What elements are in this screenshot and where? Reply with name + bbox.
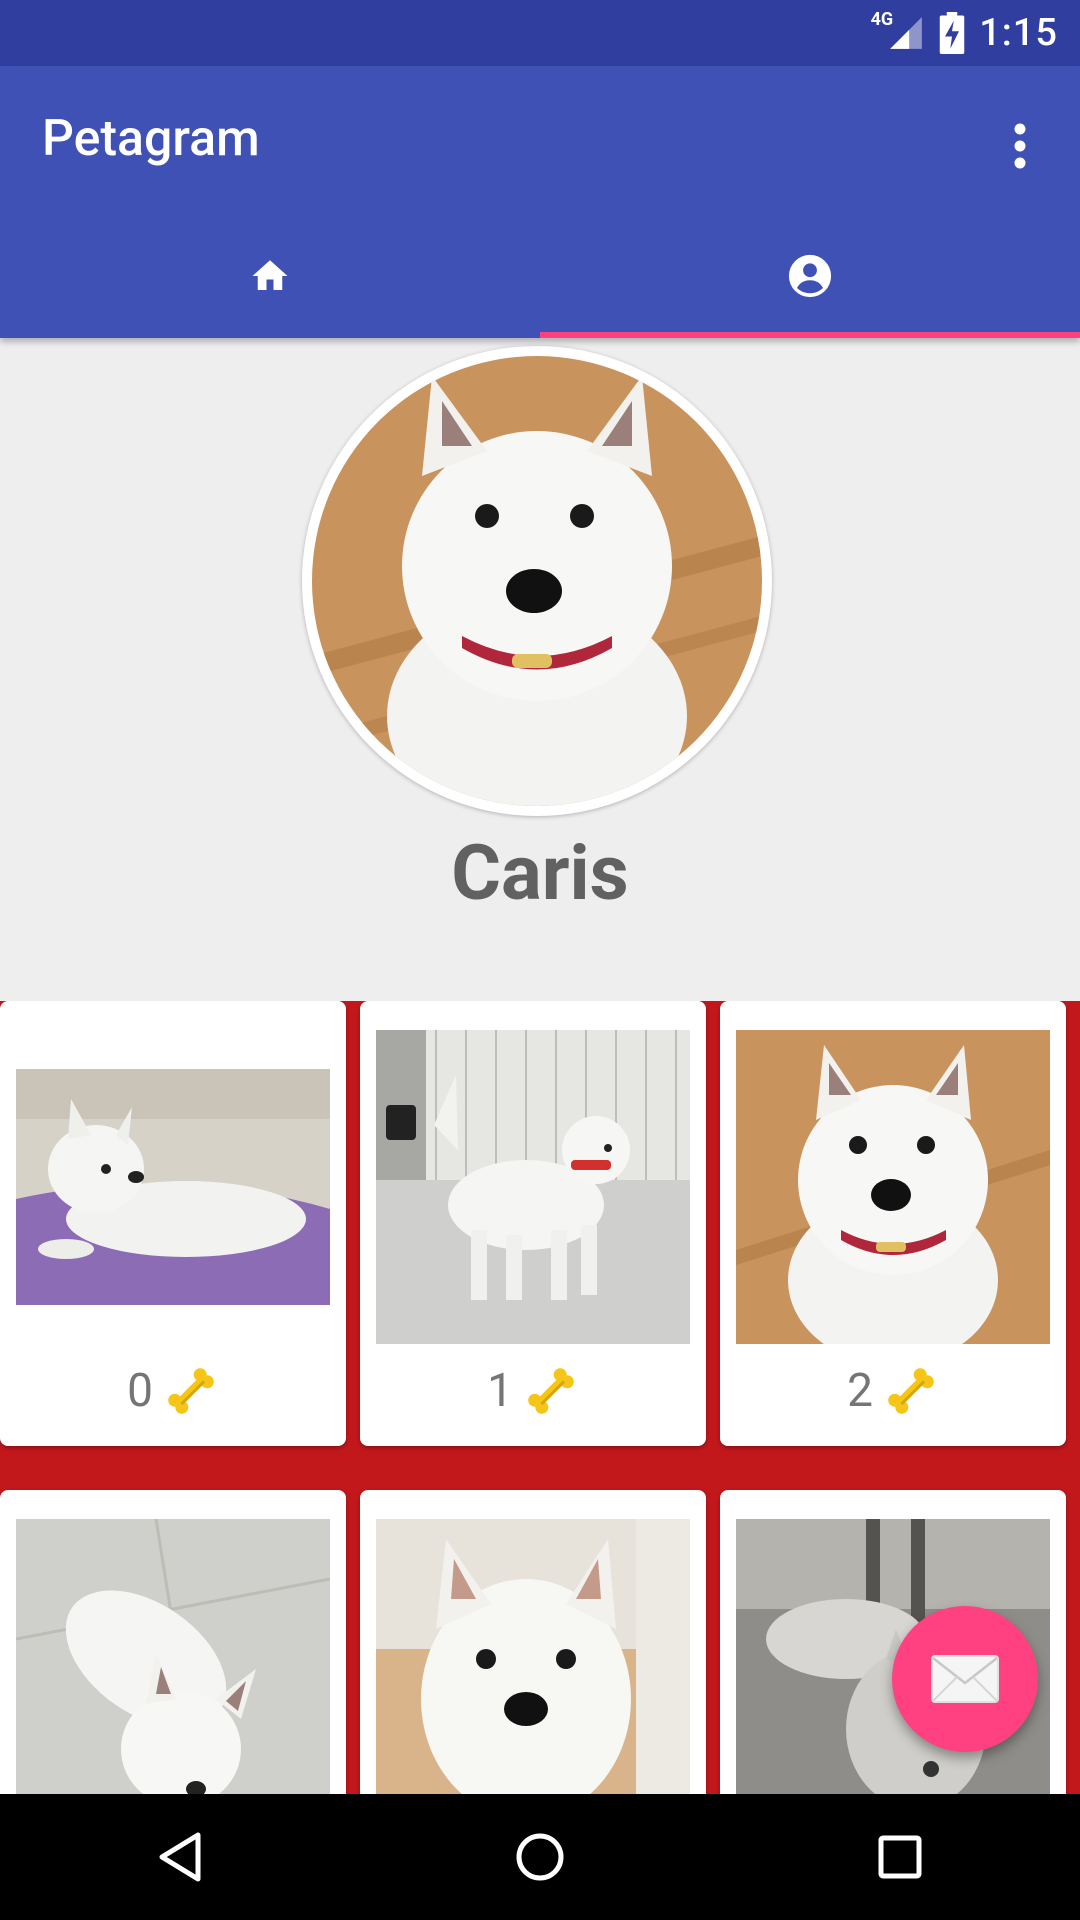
- pet-photo: [376, 1519, 690, 1794]
- nav-home-button[interactable]: [480, 1797, 600, 1917]
- app-title: Petagram: [42, 110, 260, 168]
- nav-recents-button[interactable]: [840, 1797, 960, 1917]
- overflow-menu-button[interactable]: [990, 116, 1050, 176]
- likes-count: 1: [487, 1364, 513, 1418]
- back-icon: [159, 1832, 201, 1882]
- network-type-label: 4G: [870, 8, 894, 30]
- pet-photo: [376, 1030, 690, 1344]
- account-circle-icon: [788, 254, 832, 298]
- avatar: [302, 346, 772, 816]
- tab-home[interactable]: [0, 214, 540, 338]
- photo-card[interactable]: [360, 1490, 706, 1794]
- mail-icon: [931, 1655, 999, 1703]
- photo-card[interactable]: 1: [360, 1001, 706, 1446]
- status-bar: 4G 1:15: [0, 0, 1080, 66]
- more-vert-icon: [1014, 123, 1026, 169]
- pet-photo: [16, 1519, 330, 1794]
- bone-icon[interactable]: [883, 1363, 939, 1419]
- likes-row: 1: [360, 1356, 706, 1426]
- bone-icon[interactable]: [163, 1363, 219, 1419]
- profile-header: Caris: [0, 338, 1080, 1001]
- photo-card[interactable]: [0, 1490, 346, 1794]
- pet-photo: [736, 1030, 1050, 1344]
- profile-name: Caris: [451, 828, 629, 918]
- likes-row: 0: [0, 1356, 346, 1426]
- recents-icon: [878, 1835, 922, 1879]
- send-mail-fab[interactable]: [892, 1606, 1038, 1752]
- battery-charging-icon: [939, 12, 965, 54]
- bone-icon[interactable]: [523, 1363, 579, 1419]
- clock: 1:15: [979, 11, 1058, 55]
- tab-profile[interactable]: [540, 214, 1080, 338]
- home-circle-icon: [516, 1833, 564, 1881]
- likes-row: 2: [720, 1356, 1066, 1426]
- nav-back-button[interactable]: [120, 1797, 240, 1917]
- app-bar: Petagram: [0, 66, 1080, 338]
- likes-count: 2: [847, 1364, 873, 1418]
- avatar-photo: [312, 356, 762, 806]
- status-icons: 4G 1:15: [871, 0, 1058, 66]
- home-icon: [252, 260, 288, 290]
- pet-photo: [16, 1069, 330, 1305]
- photo-card[interactable]: 2: [720, 1001, 1066, 1446]
- system-nav-bar: [0, 1794, 1080, 1920]
- tab-bar: [0, 214, 1080, 338]
- photo-card[interactable]: 0: [0, 1001, 346, 1446]
- likes-count: 0: [127, 1364, 153, 1418]
